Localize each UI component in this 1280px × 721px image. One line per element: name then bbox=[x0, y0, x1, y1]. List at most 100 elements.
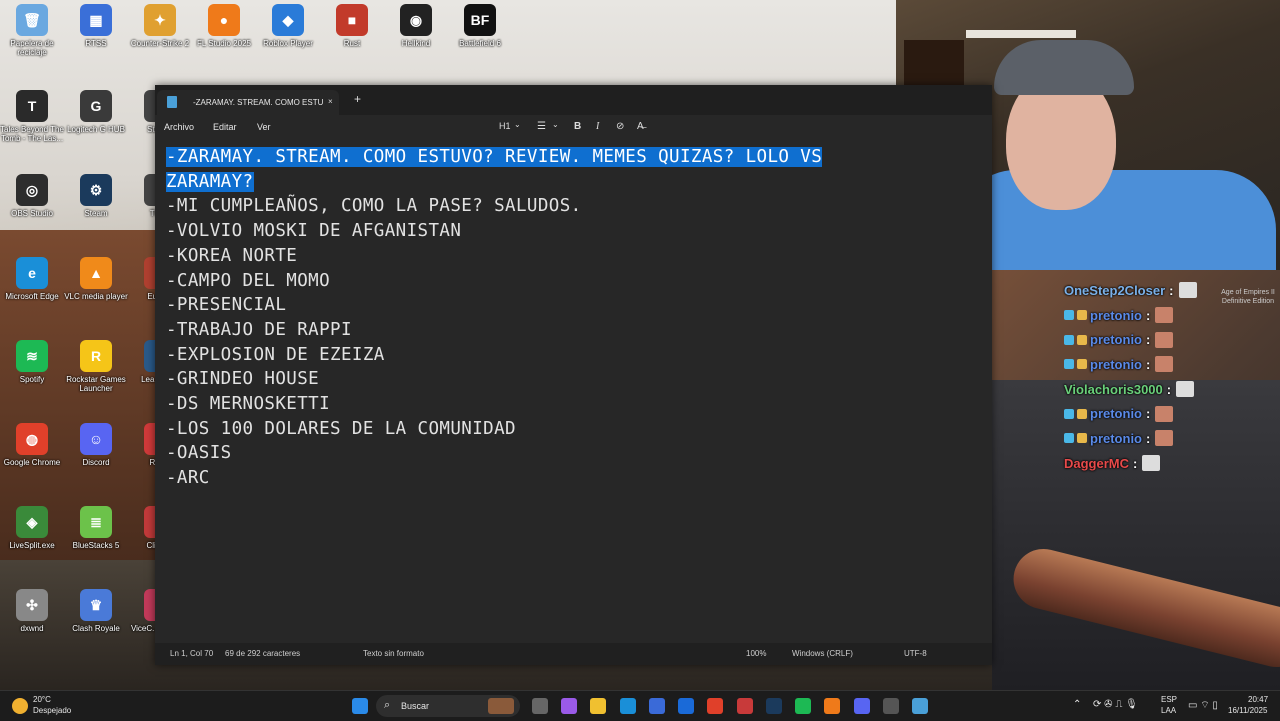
weather-desc[interactable]: Despejado bbox=[33, 706, 71, 715]
taskbar-notepad-icon[interactable] bbox=[912, 698, 928, 714]
desktop-icon-label: VLC media player bbox=[64, 292, 128, 301]
close-tab-icon[interactable]: × bbox=[328, 97, 333, 106]
clock-date[interactable]: 16/11/2025 bbox=[1228, 706, 1267, 715]
zoom-level[interactable]: 100% bbox=[746, 649, 766, 658]
chevron-down-icon[interactable]: ⌄ bbox=[514, 120, 521, 129]
desktop-icon[interactable]: ◍ Google Chrome bbox=[0, 423, 64, 467]
desktop-icon[interactable]: ≣ BlueStacks 5 bbox=[64, 506, 128, 550]
desktop-icon[interactable]: ◉ Hellkind bbox=[384, 4, 448, 48]
text-line[interactable]: -CAMPO DEL MOMO bbox=[155, 269, 992, 294]
chat-message: DaggerMC: bbox=[1064, 451, 1280, 476]
link-icon[interactable]: ⊘ bbox=[616, 121, 624, 132]
text-line[interactable]: -ARC bbox=[155, 466, 992, 491]
weather-temp[interactable]: 20°C bbox=[33, 695, 51, 704]
italic-button[interactable]: I bbox=[596, 121, 599, 132]
text-line[interactable]: -TRABAJO DE RAPPI bbox=[155, 318, 992, 343]
line-text: -VOLVIO MOSKI DE AFGANISTAN bbox=[166, 221, 462, 242]
chat-badge-icon bbox=[1064, 408, 1074, 419]
clock-time[interactable]: 20:47 bbox=[1248, 695, 1268, 704]
lang-bottom[interactable]: LAA bbox=[1161, 706, 1176, 715]
taskbar-discord-icon[interactable] bbox=[854, 698, 870, 714]
taskbar-chrome-icon[interactable] bbox=[707, 698, 723, 714]
chat-message: pretonio: bbox=[1064, 303, 1280, 328]
desktop-icon[interactable]: ✦ Counter-Strike 2 bbox=[128, 4, 192, 48]
tray-icons[interactable]: ⟳ ✇ ⎍ 🎙 bbox=[1093, 699, 1138, 710]
taskbar-outlook-icon[interactable] bbox=[678, 698, 694, 714]
menu-ver[interactable]: Ver bbox=[257, 122, 271, 132]
search-box[interactable]: ⌕ Buscar bbox=[376, 695, 520, 717]
text-line[interactable]: -DS MERNOSKETTI bbox=[155, 392, 992, 417]
streamer-shirt bbox=[956, 170, 1276, 270]
text-line[interactable]: -ZARAMAY. STREAM. COMO ESTUVO? REVIEW. M… bbox=[155, 145, 992, 170]
chat-message: OneStep2Closer: bbox=[1064, 278, 1280, 303]
taskbar-obs-icon[interactable] bbox=[883, 698, 899, 714]
chat-separator: : bbox=[1146, 307, 1151, 323]
heading-dropdown[interactable]: H1 bbox=[499, 121, 511, 131]
list-icon[interactable]: ☰ bbox=[537, 121, 546, 132]
desktop-icon[interactable]: ☺ Discord bbox=[64, 423, 128, 467]
desktop-icon[interactable]: ◎ OBS Studio bbox=[0, 174, 64, 218]
desktop-icon-label: Microsoft Edge bbox=[5, 292, 59, 301]
text-line[interactable]: -KOREA NORTE bbox=[155, 244, 992, 269]
desktop-icon[interactable]: T Tales Beyond The Tomb - The Las... bbox=[0, 90, 64, 143]
line-text: -CAMPO DEL MOMO bbox=[166, 270, 331, 291]
menu-editar[interactable]: Editar bbox=[213, 122, 237, 132]
chat-emote-icon bbox=[1142, 455, 1161, 472]
taskbar-voicemeeter-icon[interactable] bbox=[737, 698, 753, 714]
tab-document[interactable]: -ZARAMAY. STREAM. COMO ESTUVO × bbox=[157, 90, 339, 115]
text-line[interactable]: -MI CUMPLEAÑOS, COMO LA PASE? SALUDOS. bbox=[155, 194, 992, 219]
desktop-icon[interactable]: ■ Rust bbox=[320, 4, 384, 48]
desktop-icon[interactable]: ⚙ Steam bbox=[64, 174, 128, 218]
bold-button[interactable]: B bbox=[574, 121, 581, 132]
desktop-icon[interactable]: ◈ LiveSplit.exe bbox=[0, 506, 64, 550]
weather-icon[interactable] bbox=[12, 698, 28, 714]
chevron-up-icon[interactable]: ⌃ bbox=[1073, 699, 1081, 710]
desktop-icon[interactable]: ◆ Roblox Player bbox=[256, 4, 320, 48]
taskbar-copilot-icon[interactable] bbox=[561, 698, 577, 714]
app-icon: ■ bbox=[336, 4, 368, 36]
desktop-icon-label: Counter-Strike 2 bbox=[130, 39, 190, 48]
chat-username: pretonio bbox=[1090, 406, 1142, 422]
text-line[interactable]: -OASIS bbox=[155, 441, 992, 466]
text-line[interactable]: -GRINDEO HOUSE bbox=[155, 367, 992, 392]
desktop-icon[interactable]: ▲ VLC media player bbox=[64, 257, 128, 301]
chat-message: pretonio: bbox=[1064, 327, 1280, 352]
text-format[interactable]: Texto sin formato bbox=[363, 649, 424, 658]
taskbar-task-view-icon[interactable] bbox=[532, 698, 548, 714]
text-editor[interactable]: -ZARAMAY. STREAM. COMO ESTUVO? REVIEW. M… bbox=[155, 145, 992, 645]
chevron-down-icon[interactable]: ⌄ bbox=[552, 120, 559, 129]
taskbar-steam-icon[interactable] bbox=[766, 698, 782, 714]
taskbar-store-icon[interactable] bbox=[649, 698, 665, 714]
network-volume-battery-icons[interactable]: ▭ ⌔ ▯ bbox=[1188, 699, 1218, 712]
taskbar-edge-icon[interactable] bbox=[620, 698, 636, 714]
desktop-icon[interactable]: 🗑 Papelera de reciclaje bbox=[0, 4, 64, 57]
chat-badge-icon bbox=[1064, 359, 1074, 370]
taskbar-start-icon[interactable] bbox=[352, 698, 368, 714]
text-line[interactable]: -PRESENCIAL bbox=[155, 293, 992, 318]
desktop-icon[interactable]: e Microsoft Edge bbox=[0, 257, 64, 301]
text-line[interactable]: -EXPLOSION DE EZEIZA bbox=[155, 343, 992, 368]
desktop-icon[interactable]: R Rockstar Games Launcher bbox=[64, 340, 128, 393]
app-icon: T bbox=[16, 90, 48, 122]
encoding[interactable]: UTF-8 bbox=[904, 649, 927, 658]
text-line[interactable]: -VOLVIO MOSKI DE AFGANISTAN bbox=[155, 219, 992, 244]
desktop-icon[interactable]: ▦ RTSS bbox=[64, 4, 128, 48]
desktop-icon[interactable]: ♛ Clash Royale bbox=[64, 589, 128, 633]
desktop-icon-label: Roblox Player bbox=[263, 39, 313, 48]
menu-archivo[interactable]: Archivo bbox=[164, 122, 194, 132]
desktop-icon[interactable]: ● FL Studio 2025 bbox=[192, 4, 256, 48]
new-tab-button[interactable]: + bbox=[354, 92, 361, 106]
line-text: -MI CUMPLEAÑOS, COMO LA PASE? SALUDOS. bbox=[166, 196, 582, 217]
taskbar-spotify-icon[interactable] bbox=[795, 698, 811, 714]
line-ending[interactable]: Windows (CRLF) bbox=[792, 649, 853, 658]
text-line[interactable]: ZARAMAY? bbox=[155, 170, 992, 195]
desktop-icon[interactable]: ✣ dxwnd bbox=[0, 589, 64, 633]
desktop-icon[interactable]: BF Battlefield 6 bbox=[448, 4, 512, 48]
clear-format-icon[interactable]: A̶ bbox=[637, 121, 644, 132]
text-line[interactable]: -LOS 100 DOLARES DE LA COMUNIDAD bbox=[155, 417, 992, 442]
desktop-icon[interactable]: G Logitech G HUB bbox=[64, 90, 128, 134]
lang-top[interactable]: ESP bbox=[1161, 695, 1177, 704]
desktop-icon[interactable]: ≋ Spotify bbox=[0, 340, 64, 384]
taskbar-fl-studio-icon[interactable] bbox=[824, 698, 840, 714]
taskbar-file-explorer-icon[interactable] bbox=[590, 698, 606, 714]
